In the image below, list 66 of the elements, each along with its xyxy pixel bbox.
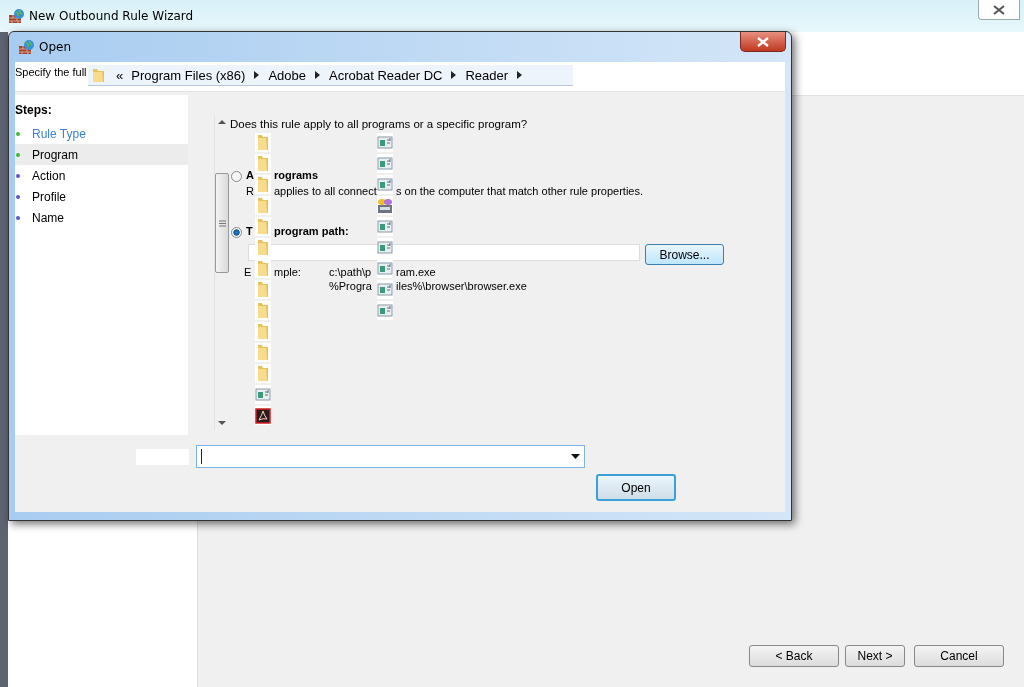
close-button[interactable] — [978, 0, 1020, 20]
overflow-chevron[interactable]: « — [116, 67, 124, 83]
wizard-button[interactable]: Cancel — [914, 645, 1004, 667]
folder-icon — [92, 67, 106, 83]
application-icon[interactable] — [377, 280, 393, 299]
step-label[interactable]: Program — [32, 147, 78, 162]
firewall-icon — [18, 39, 34, 55]
close-icon — [993, 4, 1005, 15]
radio-button[interactable] — [231, 227, 242, 238]
example-path: %Progra — [329, 280, 372, 292]
option-label: rograms — [274, 169, 319, 181]
open-button[interactable]: Open — [596, 474, 676, 501]
example-path: c:\path\p — [329, 266, 372, 278]
instruction-text: Specify the full — [15, 66, 87, 78]
application-icon[interactable] — [377, 175, 393, 194]
breadcrumb-item[interactable]: Reader — [465, 67, 509, 83]
application-icon[interactable] — [377, 301, 393, 320]
arrow-icon[interactable] — [517, 71, 523, 79]
radio-button[interactable] — [231, 171, 242, 182]
step-item[interactable]: Program — [15, 144, 188, 165]
step-label[interactable]: Name — [32, 210, 64, 225]
close-button[interactable] — [740, 32, 786, 52]
close-icon — [756, 36, 770, 47]
dropdown-icon[interactable] — [571, 454, 580, 459]
path-field[interactable] — [248, 244, 640, 261]
option-label: A — [246, 169, 254, 181]
breadcrumb-item[interactable]: Acrobat Reader DC — [328, 67, 443, 83]
arrow-icon[interactable] — [451, 71, 457, 79]
example-path: iles%\browser\browser.exe — [396, 280, 527, 292]
pdf-icon[interactable] — [255, 406, 271, 425]
step-label[interactable]: Profile — [32, 189, 66, 204]
application-icon[interactable] — [377, 238, 393, 257]
window-title: New Outbound Rule Wizard — [29, 9, 194, 23]
scroll-down-icon[interactable] — [217, 421, 226, 426]
application-icon[interactable] — [377, 133, 393, 152]
dialog-title: Open — [39, 40, 72, 54]
example-label: E — [244, 266, 252, 278]
breadcrumb-item[interactable]: Program Files (x86) — [131, 67, 246, 83]
wizard-button[interactable]: Next > — [845, 645, 905, 667]
address-bar[interactable]: « Program Files (x86) Adobe Acrobat Reader DC Reader — [88, 65, 573, 86]
scroll-up-icon[interactable] — [217, 119, 226, 124]
breadcrumb-item[interactable]: Adobe — [268, 67, 306, 83]
steps-heading: Steps: — [15, 103, 53, 119]
application-icon[interactable] — [377, 154, 393, 173]
firewall-icon — [8, 8, 24, 24]
option-description: s on the computer that match other rule properties. — [396, 185, 644, 197]
wizard-button[interactable]: < Back — [749, 645, 839, 667]
arrow-icon[interactable] — [314, 71, 320, 79]
application-icon[interactable] — [377, 217, 393, 236]
file-name-field[interactable] — [196, 445, 585, 468]
option-description: applies to all connect — [274, 185, 377, 197]
example-path: ram.exe — [396, 266, 436, 278]
example-label: mple: — [274, 266, 301, 278]
browse-button[interactable]: Browse... — [645, 244, 724, 265]
option-label: T — [246, 225, 253, 237]
grip-icon — [218, 219, 226, 227]
program-icon[interactable] — [377, 196, 393, 215]
text-cursor — [201, 449, 202, 464]
scrollbar-thumb[interactable] — [215, 173, 229, 273]
arrow-icon[interactable] — [254, 71, 260, 79]
step-label[interactable]: Action — [32, 168, 66, 183]
application-icon[interactable] — [377, 259, 393, 278]
option-label: program path: — [274, 225, 349, 237]
step-label[interactable]: Rule Type — [32, 126, 86, 141]
question-text: Does this rule apply to all programs or a specific program? — [230, 118, 529, 132]
option-description: R — [246, 185, 254, 197]
